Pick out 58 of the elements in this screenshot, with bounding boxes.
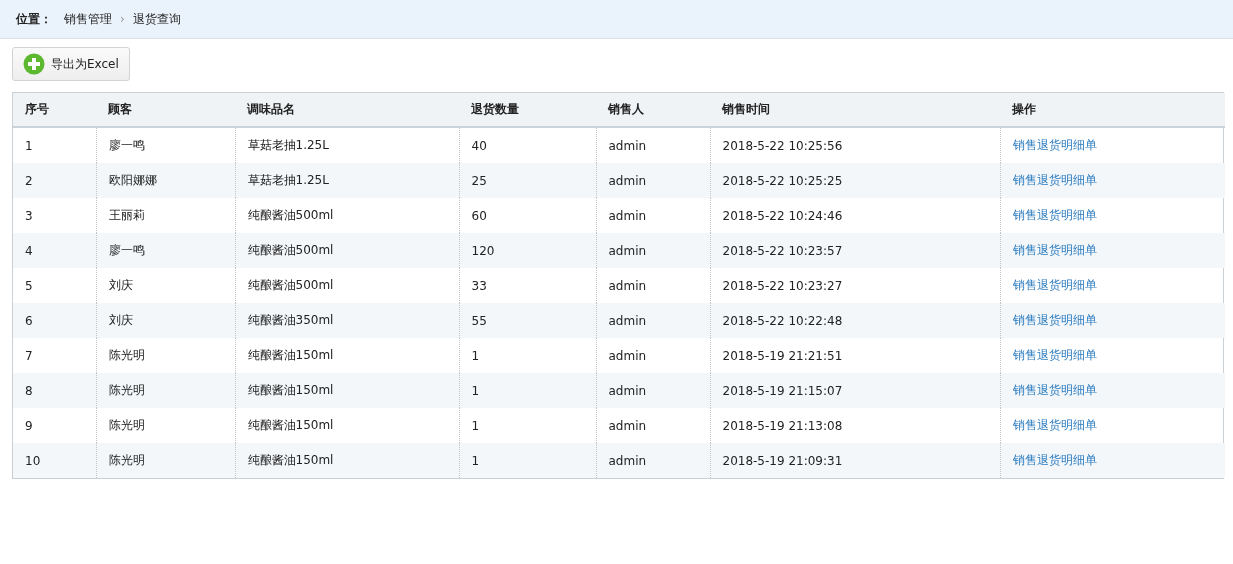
column-header: 序号 <box>13 93 96 127</box>
detail-link[interactable]: 销售退货明细单 <box>1012 243 1097 257</box>
detail-link[interactable]: 销售退货明细单 <box>1012 138 1097 152</box>
detail-link[interactable]: 销售退货明细单 <box>1012 348 1097 362</box>
detail-link[interactable]: 销售退货明细单 <box>1012 418 1097 432</box>
table-cell: admin <box>596 443 710 478</box>
table-cell: admin <box>596 373 710 408</box>
table-cell: 5 <box>13 268 96 303</box>
detail-link[interactable]: 销售退货明细单 <box>1012 173 1097 187</box>
table-cell: 25 <box>459 163 596 198</box>
table-cell: 1 <box>13 127 96 163</box>
table-cell: 3 <box>13 198 96 233</box>
table-cell: 纯酿酱油500ml <box>235 233 459 268</box>
table-cell: 1 <box>459 443 596 478</box>
column-header: 退货数量 <box>459 93 596 127</box>
breadcrumb-link[interactable]: 销售管理 <box>64 10 112 28</box>
detail-link[interactable]: 销售退货明细单 <box>1012 313 1097 327</box>
table-cell: 草菇老抽1.25L <box>235 163 459 198</box>
table-cell: 刘庆 <box>96 303 235 338</box>
table-cell: 纯酿酱油150ml <box>235 443 459 478</box>
export-button[interactable]: 导出为Excel <box>12 47 130 81</box>
column-header: 操作 <box>1000 93 1225 127</box>
table-cell: 120 <box>459 233 596 268</box>
table-cell: 6 <box>13 303 96 338</box>
table-cell: 陈光明 <box>96 443 235 478</box>
table-cell: 欧阳娜娜 <box>96 163 235 198</box>
breadcrumb-current: 退货查询 <box>132 10 181 28</box>
table-cell: admin <box>596 163 710 198</box>
table-cell: admin <box>596 233 710 268</box>
table-cell: 2 <box>13 163 96 198</box>
table-cell: 2018-5-19 21:09:31 <box>710 443 1000 478</box>
table-cell: 55 <box>459 303 596 338</box>
table-cell: 陈光明 <box>96 373 235 408</box>
table-cell: 7 <box>13 338 96 373</box>
table-cell: 2018-5-19 21:15:07 <box>710 373 1000 408</box>
column-header: 调味品名 <box>235 93 459 127</box>
table-cell: 2018-5-22 10:25:25 <box>710 163 1000 198</box>
column-header: 销售时间 <box>710 93 1000 127</box>
breadcrumb-label: 位置： <box>16 10 52 28</box>
column-header: 顾客 <box>96 93 235 127</box>
column-header: 销售人 <box>596 93 710 127</box>
table-cell: 9 <box>13 408 96 443</box>
plus-icon <box>23 53 45 75</box>
table-cell: 2018-5-22 10:23:57 <box>710 233 1000 268</box>
table-cell: 8 <box>13 373 96 408</box>
detail-link[interactable]: 销售退货明细单 <box>1012 453 1097 467</box>
breadcrumb-separator: › <box>120 12 125 26</box>
table-cell: 2018-5-22 10:22:48 <box>710 303 1000 338</box>
detail-link[interactable]: 销售退货明细单 <box>1012 383 1097 397</box>
table-cell: 纯酿酱油350ml <box>235 303 459 338</box>
detail-link[interactable]: 销售退货明细单 <box>1012 278 1097 292</box>
table-cell: admin <box>596 303 710 338</box>
table-cell: 4 <box>13 233 96 268</box>
detail-link[interactable]: 销售退货明细单 <box>1012 208 1097 222</box>
table-cell: 纯酿酱油150ml <box>235 373 459 408</box>
table-cell: 10 <box>13 443 96 478</box>
table-cell: 廖一鸣 <box>96 233 235 268</box>
table-cell: 1 <box>459 373 596 408</box>
